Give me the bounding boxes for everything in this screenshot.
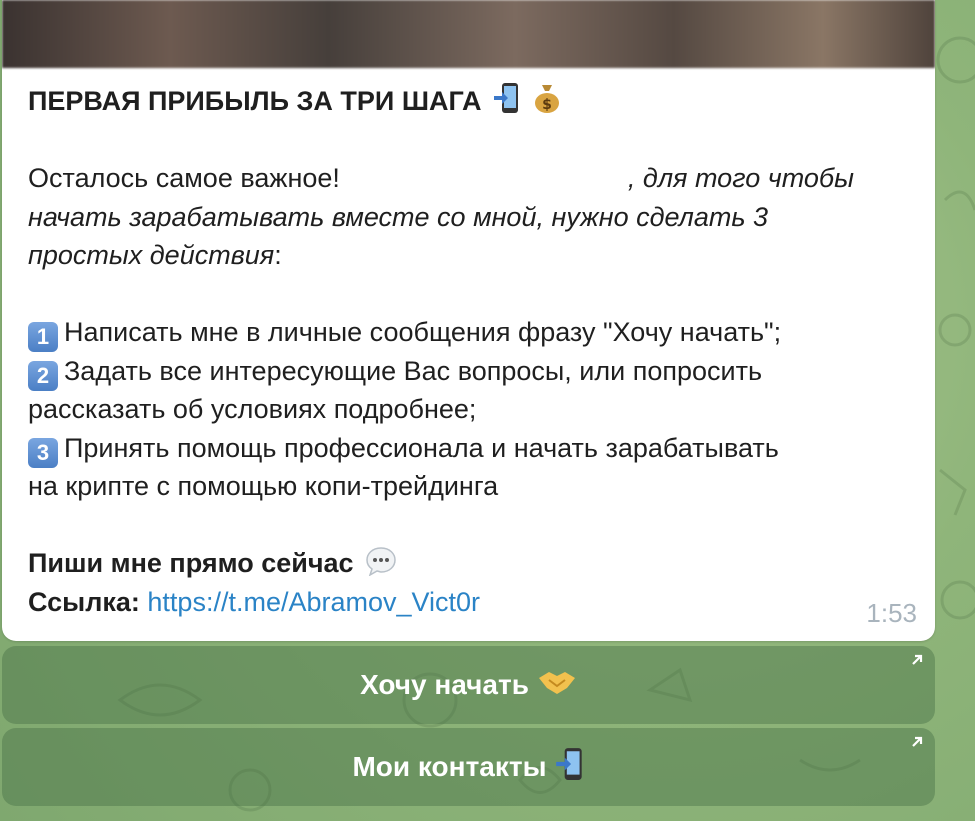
keycap-1-icon: 1: [28, 322, 58, 352]
intro-line-3: простых действия:: [28, 240, 282, 270]
keycap-3-icon: 3: [28, 437, 58, 468]
intro-line-2: начать зарабатывать вместе со мной, нужн…: [28, 201, 769, 232]
external-link-arrow-icon: [912, 736, 923, 747]
step-3: 3 Принять помощь профессионала и начать з…: [28, 429, 918, 468]
message-bubble: ПЕРВАЯ ПРИБЫЛЬ ЗА ТРИ ШАГА $ Осталось са…: [2, 0, 935, 641]
start-button[interactable]: Хочу начать: [2, 646, 935, 724]
step-2-continued: рассказать об условиях подробнее;: [28, 394, 477, 424]
keycap-2-icon: 2: [28, 360, 58, 391]
message-heading: ПЕРВАЯ ПРИБЫЛЬ ЗА ТРИ ШАГА $: [28, 82, 918, 121]
contacts-button[interactable]: Мои контакты: [2, 728, 935, 806]
message-text: ПЕРВАЯ ПРИБЫЛЬ ЗА ТРИ ШАГА $ Осталось са…: [28, 82, 918, 621]
intro-line-1: Осталось самое важное!, для того чтобы: [28, 163, 854, 193]
speech-bubble-icon: [365, 546, 397, 587]
handshake-icon: [537, 668, 577, 703]
step-3-continued: на крипте с помощью копи-трейдинга: [28, 471, 499, 501]
media-preview[interactable]: [2, 0, 935, 68]
step-2: 2 Задать все интересующие Вас вопросы, ил…: [28, 352, 918, 391]
phone-arrow-icon: [493, 82, 521, 125]
call-to-action: Пиши мне прямо сейчас: [28, 544, 918, 583]
link-line: Ссылка: https://t.me/Abramov_Vict0r: [28, 586, 481, 617]
money-bag-icon: $: [533, 82, 561, 125]
step-1: 1 Написать мне в личные сообщения фразу "…: [28, 313, 918, 352]
telegram-link[interactable]: https://t.me/Abramov_Vict0r: [147, 587, 480, 617]
message-time: 1:53: [866, 598, 917, 628]
external-link-arrow-icon: [912, 654, 923, 665]
phone-arrow-icon: [555, 747, 585, 788]
svg-text:$: $: [542, 97, 552, 113]
